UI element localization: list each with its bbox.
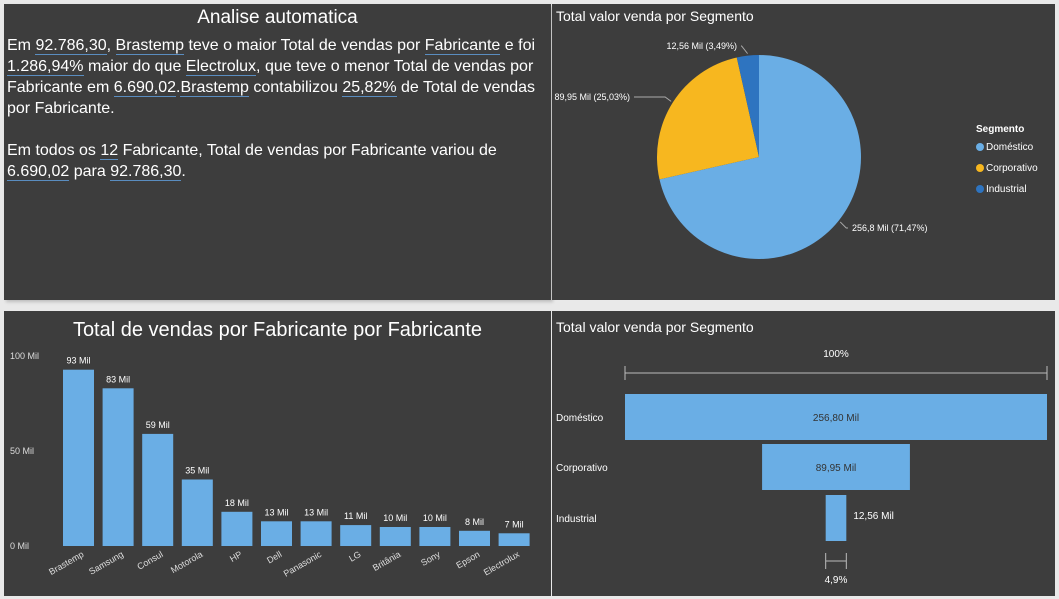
x-tick-label: Dell [265,549,283,565]
text-segment: contabilizou [248,79,343,96]
analysis-paragraph-2: Em todos os 12 Fabricante, Total de vend… [7,140,547,182]
highlight-value: Brastemp [115,37,184,55]
bar-data-label: 7 Mil [505,519,524,529]
legend-item-label: Corporativo [986,163,1038,174]
text-segment: para [69,163,111,180]
highlight-value: 25,82% [342,79,397,97]
bar-chart-panel: Total de vendas por Fabricante por Fabri… [4,311,551,596]
x-tick-label: Sony [419,549,442,568]
text-segment: Em [7,37,36,54]
x-tick-label: Brastemp [47,549,85,577]
bar-data-label: 13 Mil [264,507,288,517]
pie-leader-line [741,45,748,54]
funnel-bar [825,495,847,541]
top-percent-label: 100% [823,349,849,360]
x-tick-label: Panasonic [282,549,324,579]
highlight-value: Electrolux [185,58,257,76]
pie-chart: 256,8 Mil (71,47%) 89,95 Mil (25,03%) 12,5… [554,41,1038,259]
x-tick-label: LG [347,549,362,564]
text-segment: Em todos os [7,142,101,159]
bar [300,521,332,546]
legend-marker [976,164,984,172]
legend-item-label: Industrial [986,184,1027,195]
bar-data-label: 11 Mil [344,511,367,521]
pie-leader-line [839,221,848,229]
bar-data-label: 18 Mil [225,498,249,508]
legend-title: Segmento [976,124,1024,135]
bar [181,479,213,546]
text-segment: , [106,37,116,54]
bar [419,527,451,546]
bar-data-label: 10 Mil [383,513,407,523]
funnel-category-label: Corporativo [556,463,608,474]
bar-data-label: 13 Mil [304,507,328,517]
analysis-paragraph-1: Em 92.786,30, Brastemp teve o maior Tota… [7,35,547,119]
legend-marker [976,143,984,151]
legend-marker [976,185,984,193]
funnel-value-label: 89,95 Mil [816,463,857,474]
analysis-text: Em 92.786,30, Brastemp teve o maior Tota… [7,35,547,203]
legend-item-label: Doméstico [986,142,1034,153]
funnel-value-label: 12,56 Mil [853,511,894,522]
highlight-value: 6.690,02 [7,163,70,181]
bar-chart: 0 Mil 50 Mil 100 Mil 93 Mil Brastemp 83 Mil Sa… [10,351,530,579]
highlight-value: 92.786,30 [110,163,182,181]
bar [340,525,372,546]
bar-data-label: 8 Mil [465,517,484,527]
funnel-chart: 100% Doméstico 256,80 Mil Corporativo 89,95 … [556,349,1048,586]
y-tick-label: 50 Mil [10,446,34,456]
pie-data-label: 256,8 Mil (71,47%) [852,223,928,233]
analysis-title: Analise automatica [197,7,358,28]
highlight-value: 6.690,02 [113,79,176,97]
text-segment: e foi [500,37,536,54]
text-segment: Fabricante, Total de vendas por Fabrican… [118,142,497,159]
pie-leader-line [634,96,672,102]
pie-chart-panel: Total valor venda por Segmento 256,8 Mil… [552,4,1055,300]
y-tick-label: 0 Mil [10,541,29,551]
analysis-panel: Analise automatica Em 92.786,30, Brastem… [4,4,551,300]
highlight-value: Fabricante [424,37,501,55]
funnel-category-label: Doméstico [556,413,604,424]
text-segment: maior do que [83,58,186,75]
funnel-value-label: 256,80 Mil [813,413,859,424]
pie-data-label: 89,95 Mil (25,03%) [554,92,630,102]
highlight-value: 92.786,30 [35,37,107,55]
x-tick-label: Samsung [87,549,125,577]
pie-data-label: 12,56 Mil (3,49%) [666,41,737,51]
bar-data-label: 93 Mil [66,356,90,366]
bar [63,369,94,546]
highlight-value: Brastemp [180,79,249,97]
highlight-value: 12 [100,142,119,160]
bar-data-label: 10 Mil [423,513,447,523]
text-segment: teve o maior Total de vendas por [184,37,425,54]
highlight-value: 1.286,94% [7,58,84,76]
x-tick-label: Britânia [371,549,402,573]
bar [498,533,530,546]
text-segment: . [181,163,186,180]
bar-data-label: 59 Mil [146,420,170,430]
bar [261,521,292,546]
x-tick-label: HP [228,549,244,564]
x-tick-label: Motorola [169,549,204,575]
bar-data-label: 35 Mil [185,466,209,476]
bar [379,527,411,546]
bar [142,433,174,546]
funnel-category-label: Industrial [556,514,597,525]
bar [102,388,134,546]
x-tick-label: Consul [135,549,164,572]
x-tick-label: Electrolux [482,549,522,578]
funnel-chart-panel: Total valor venda por Segmento 100% Domés… [552,311,1055,596]
bar [221,511,253,546]
x-tick-label: Epson [454,549,481,570]
bottom-percent-label: 4,9% [825,575,848,586]
bar [459,530,490,546]
y-tick-label: 100 Mil [10,351,39,361]
bar-data-label: 83 Mil [106,374,130,384]
